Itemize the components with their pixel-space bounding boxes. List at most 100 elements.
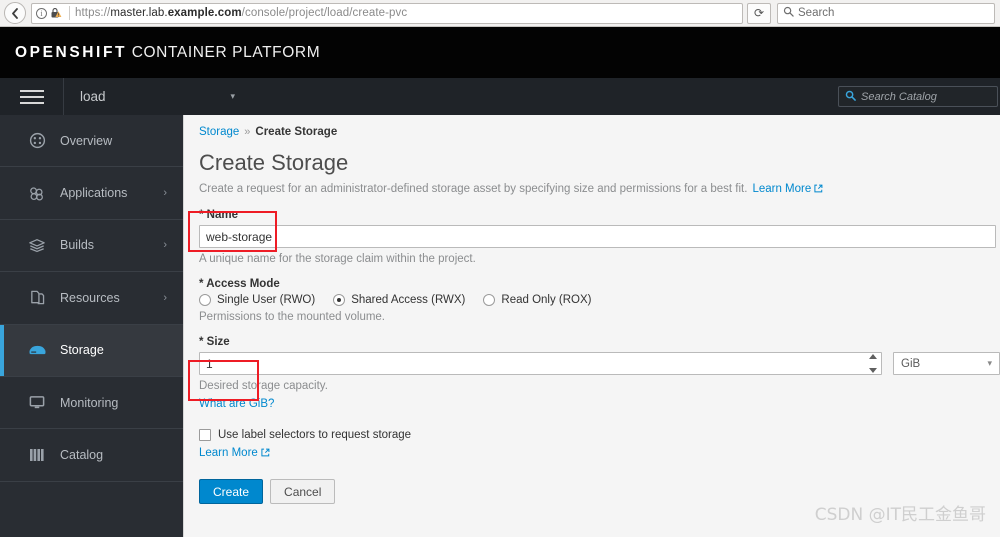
chevron-right-icon: › (163, 291, 167, 304)
search-icon (845, 90, 856, 104)
label-selector-label: Use label selectors to request storage (218, 429, 412, 442)
radio-single-user-rwo[interactable]: Single User (RWO) (199, 294, 316, 307)
top-nav-bar: load ▾ Search Catalog (0, 78, 1000, 115)
files-icon (22, 289, 52, 306)
site-identity-icons: i (36, 7, 67, 19)
sidebar-item-label: Storage (60, 343, 104, 358)
label-selector-row[interactable]: Use label selectors to request storage (199, 429, 1000, 442)
back-button[interactable] (4, 2, 26, 24)
sidebar-item-catalog[interactable]: Catalog (0, 429, 183, 482)
size-row: GiB ▾ (199, 352, 1000, 376)
access-mode-help-text: Permissions to the mounted volume. (199, 311, 386, 324)
project-selector[interactable]: load ▾ (64, 78, 249, 115)
chevron-down-icon: ▾ (987, 358, 992, 369)
catalog-search-placeholder: Search Catalog (861, 90, 937, 103)
sidebar-item-label: Builds (60, 238, 95, 253)
url-host-prefix: master.lab. (110, 7, 168, 19)
sidebar-item-overview[interactable]: Overview (0, 115, 183, 168)
sidebar-item-label: Catalog (60, 448, 104, 463)
search-icon (783, 6, 794, 20)
layers-icon (22, 237, 52, 254)
access-mode-label: * Access Mode (199, 278, 280, 291)
lock-warning-icon[interactable] (50, 7, 62, 19)
sidebar-item-resources[interactable]: Resources › (0, 272, 183, 325)
create-button[interactable]: Create (199, 479, 264, 505)
monitor-icon (22, 394, 52, 411)
project-name: load (80, 89, 106, 104)
sidebar-filler (0, 482, 183, 537)
stepper-up-icon (869, 354, 877, 360)
page-title: Create Storage (199, 150, 349, 175)
field-size: * Size GiB ▾ Desired storage capacity. W… (199, 336, 1000, 412)
learn-more-label: Learn More (752, 183, 812, 196)
sidebar-item-monitoring[interactable]: Monitoring (0, 377, 183, 430)
number-stepper[interactable] (868, 354, 878, 374)
browser-search-box[interactable]: Search (777, 2, 995, 24)
stepper-down-icon (869, 368, 877, 374)
sidebar-item-storage[interactable]: Storage (0, 324, 183, 377)
label-selector-learn-more-link[interactable]: Learn More (199, 447, 270, 459)
sidebar: Overview Applications › Builds › Resourc… (0, 115, 183, 537)
url-text: https://master.lab.example.com/console/p… (75, 7, 407, 19)
sidebar-item-label: Resources (60, 290, 120, 305)
sidebar-item-label: Applications (60, 186, 128, 201)
breadcrumb-link-storage[interactable]: Storage (199, 126, 239, 138)
chevron-right-icon: › (163, 187, 167, 200)
name-label: * Name (199, 209, 238, 222)
size-input-wrapper (199, 352, 882, 376)
info-icon[interactable]: i (36, 7, 47, 19)
page-description-text: Create a request for an administrator-de… (199, 183, 748, 196)
reload-button[interactable]: ⟳ (747, 2, 771, 24)
breadcrumb-separator: » (244, 126, 251, 138)
breadcrumb-current: Create Storage (255, 126, 338, 138)
url-path: /console/project/load/create-pvc (241, 7, 408, 19)
url-domain: example.com (167, 7, 242, 19)
browser-search-placeholder: Search (798, 7, 835, 19)
radio-icon-selected (333, 294, 346, 307)
cancel-button[interactable]: Cancel (270, 479, 336, 505)
sidebar-item-applications[interactable]: Applications › (0, 167, 183, 220)
catalog-search-input[interactable]: Search Catalog (838, 86, 998, 107)
product-logo: OPENSHIFT CONTAINER PLATFORM (15, 44, 320, 62)
size-help-text: Desired storage capacity. (199, 380, 328, 393)
radio-read-only-rox[interactable]: Read Only (ROX) (483, 294, 592, 307)
url-divider (69, 6, 70, 20)
field-name: * Name A unique name for the storage cla… (199, 209, 1000, 265)
sidebar-item-label: Monitoring (60, 395, 119, 410)
name-input[interactable] (199, 225, 996, 249)
dashboard-icon (22, 132, 52, 149)
size-unit-select[interactable]: GiB ▾ (893, 352, 1000, 376)
sidebar-item-label: Overview (60, 133, 113, 148)
brand-bar: OPENSHIFT CONTAINER PLATFORM (0, 27, 1000, 78)
chevron-down-icon: ▾ (230, 91, 235, 101)
watermark: CSDN @IT民工金鱼哥 (814, 505, 986, 525)
url-scheme: https:// (75, 7, 111, 19)
radio-shared-access-rwx[interactable]: Shared Access (RWX) (333, 294, 465, 307)
sidebar-item-builds[interactable]: Builds › (0, 220, 183, 273)
app-root: i https://master.lab.example.com/console… (0, 0, 1000, 537)
radio-icon (483, 294, 496, 307)
learn-more-link[interactable]: Learn More (752, 183, 823, 195)
browser-toolbar: i https://master.lab.example.com/console… (0, 0, 1000, 27)
cubes-icon (22, 185, 52, 202)
field-access-mode: * Access Mode Single User (RWO) Shared A… (199, 278, 1000, 323)
hamburger-icon (19, 86, 44, 108)
label-selector-checkbox[interactable] (199, 429, 211, 442)
name-help-text: A unique name for the storage claim with… (199, 253, 476, 266)
book-icon (22, 447, 52, 463)
size-input[interactable] (199, 352, 882, 376)
brand-word-openshift: OPENSHIFT (15, 43, 128, 61)
size-unit-value: GiB (901, 357, 921, 370)
radio-label: Single User (RWO) (217, 294, 316, 307)
storage-icon (22, 343, 52, 357)
hamburger-menu-button[interactable] (0, 78, 64, 115)
address-bar[interactable]: i https://master.lab.example.com/console… (31, 2, 743, 24)
chevron-right-icon: › (163, 239, 167, 252)
size-label: * Size (199, 336, 230, 349)
page-description: Create a request for an administrator-de… (199, 183, 1000, 195)
radio-label: Read Only (ROX) (501, 294, 592, 307)
what-are-gib-link[interactable]: What are GiB? (199, 398, 274, 410)
label-selector-learn-more-label: Learn More (199, 447, 258, 460)
breadcrumb: Storage » Create Storage (199, 126, 1000, 138)
